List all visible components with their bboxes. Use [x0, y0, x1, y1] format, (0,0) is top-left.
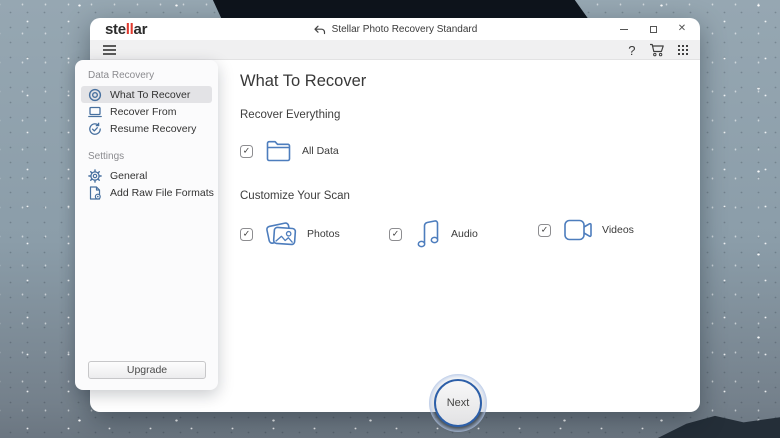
upgrade-button[interactable]: Upgrade: [88, 361, 206, 379]
videos-checkbox[interactable]: ✓: [538, 223, 551, 237]
section-heading-recover-everything: Recover Everything: [240, 109, 341, 121]
folder-icon: [265, 139, 293, 163]
option-all-data: ✓ All Data: [240, 139, 339, 163]
photos-checkbox[interactable]: ✓: [240, 227, 253, 241]
back-arrow-icon: [314, 25, 325, 34]
toolbar: ?: [90, 40, 700, 60]
section-heading-customize: Customize Your Scan: [240, 190, 350, 202]
sidebar: Data Recovery What To Recover Recover Fr…: [75, 60, 218, 390]
sidebar-header-settings: Settings: [88, 151, 125, 162]
all-data-label: All Data: [302, 145, 339, 157]
minimize-button[interactable]: [618, 23, 630, 35]
sidebar-item-label: Add Raw File Formats: [110, 186, 214, 199]
page-title: What To Recover: [240, 72, 367, 90]
sidebar-item-label: Resume Recovery: [110, 122, 197, 135]
option-audio: ✓ Audio: [389, 218, 478, 250]
drive-icon: [88, 105, 102, 119]
window-controls: ✕: [618, 18, 688, 40]
maximize-button[interactable]: [647, 23, 659, 35]
audio-label: Audio: [451, 228, 478, 240]
wallpaper-dark-patch: [657, 415, 780, 438]
sidebar-item-label: Recover From: [110, 105, 177, 118]
next-button[interactable]: Next: [434, 379, 482, 427]
videos-label: Videos: [602, 224, 634, 236]
sidebar-item-resume-recovery[interactable]: Resume Recovery: [81, 120, 212, 137]
window-title-area: Stellar Photo Recovery Standard: [90, 18, 700, 40]
toolbar-right: ?: [628, 40, 688, 60]
sidebar-item-label: What To Recover: [110, 88, 191, 101]
app-grid-icon[interactable]: [677, 44, 688, 56]
audio-icon: [416, 218, 442, 250]
window-title: Stellar Photo Recovery Standard: [331, 23, 478, 35]
gear-icon: [88, 168, 102, 183]
next-button-halo: Next: [429, 374, 487, 432]
target-icon: [88, 88, 102, 102]
option-photos: ✓ Photos: [240, 218, 340, 250]
help-icon[interactable]: ?: [628, 44, 635, 57]
photos-label: Photos: [307, 228, 340, 240]
option-videos: ✓ Videos: [538, 218, 634, 242]
sidebar-item-add-raw-file-formats[interactable]: Add Raw File Formats: [81, 184, 214, 201]
file-gear-icon: [88, 185, 102, 200]
checkmark: ✓: [242, 228, 251, 238]
resume-icon: [88, 122, 102, 136]
cart-icon[interactable]: [649, 43, 665, 57]
videos-icon: [562, 218, 594, 242]
sidebar-item-label: General: [110, 169, 148, 182]
audio-checkbox[interactable]: ✓: [389, 227, 402, 241]
photos-icon: [263, 218, 299, 250]
sidebar-header-data-recovery: Data Recovery: [88, 70, 155, 81]
titlebar: stellar Stellar Photo Recovery Standard …: [90, 18, 700, 40]
sidebar-item-what-to-recover[interactable]: What To Recover: [81, 86, 212, 103]
all-data-checkbox[interactable]: ✓: [240, 144, 253, 158]
checkmark: ✓: [391, 228, 400, 238]
checkmark: ✓: [242, 145, 251, 155]
menu-icon[interactable]: [103, 44, 116, 55]
sidebar-item-recover-from[interactable]: Recover From: [81, 103, 212, 120]
close-button[interactable]: ✕: [676, 23, 688, 35]
sidebar-item-general[interactable]: General: [81, 167, 212, 184]
checkmark: ✓: [540, 224, 549, 234]
